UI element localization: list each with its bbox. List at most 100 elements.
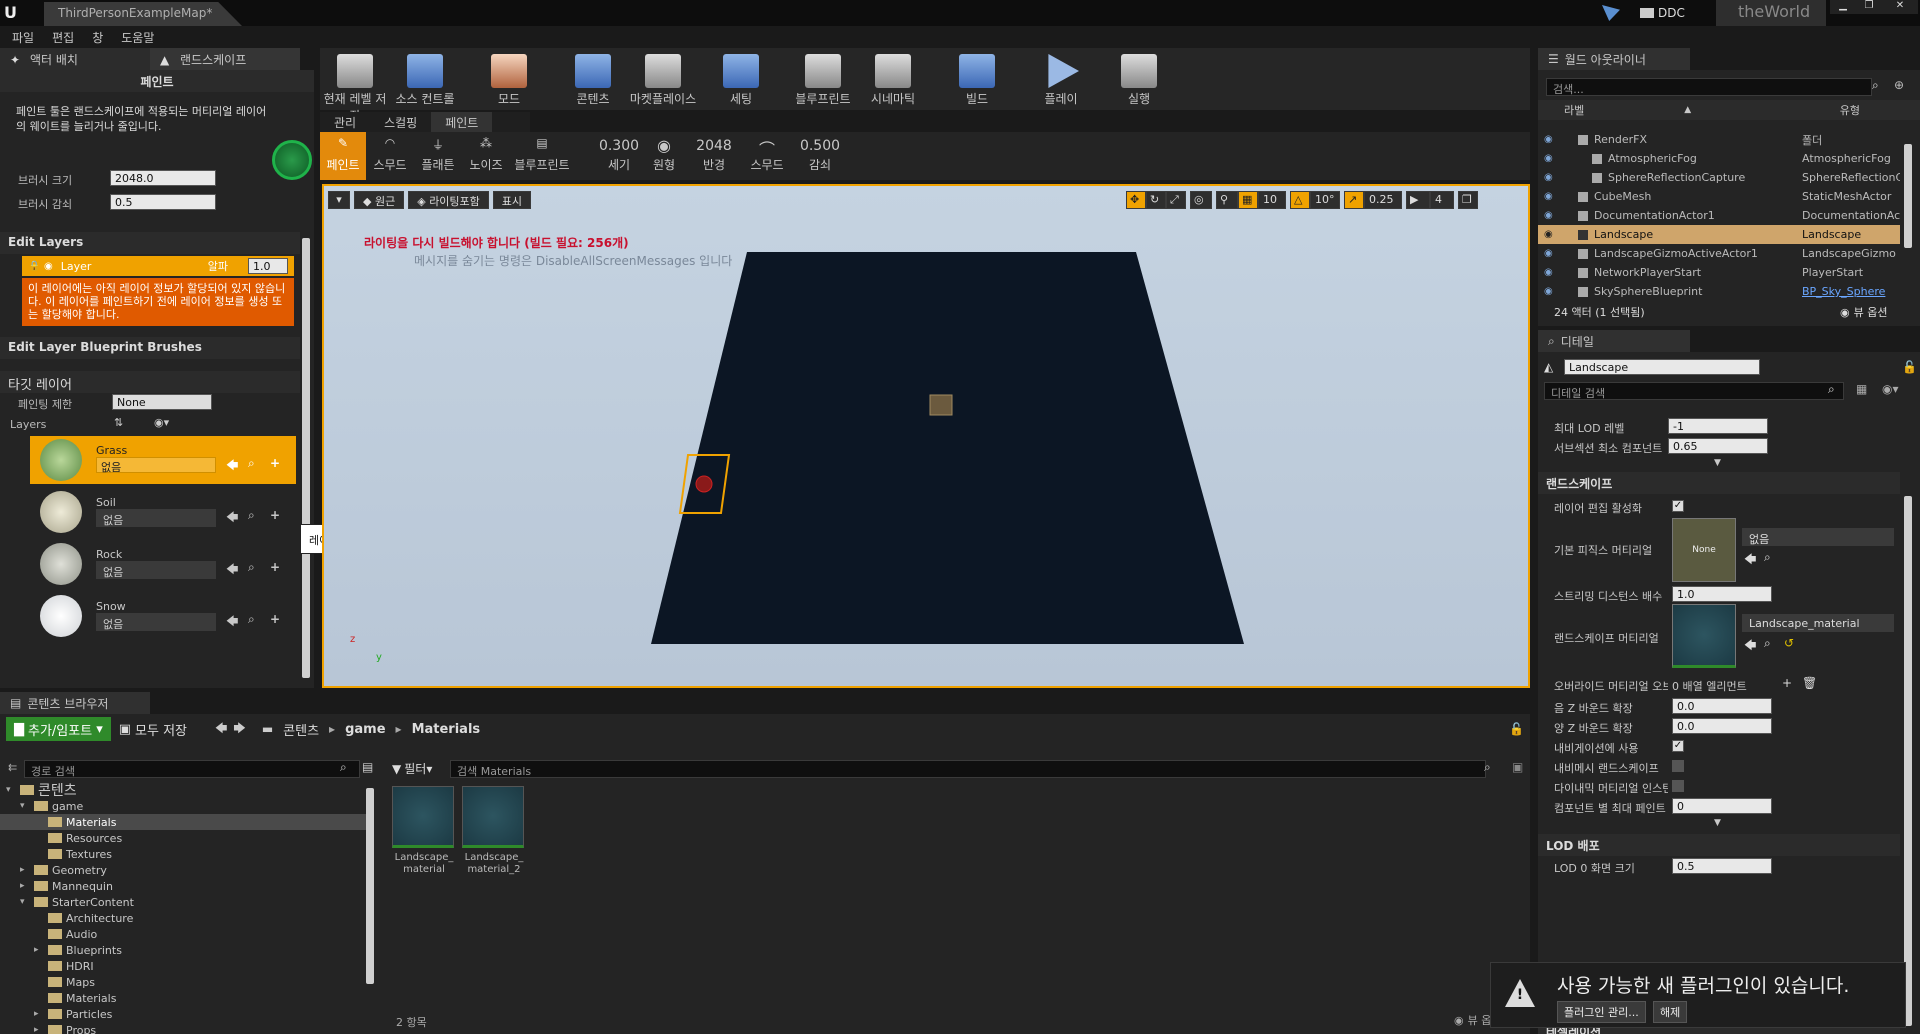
actor-name-input[interactable]: Landscape [1564,359,1760,375]
visibility-eye-icon[interactable]: ◉ [44,261,53,272]
angle-snap-value[interactable]: 10° [1310,191,1340,209]
visibility-icon[interactable]: ◉ [1544,248,1564,259]
outliner-row[interactable]: ◉ NetworkPlayerStart PlayerStart [1538,263,1900,282]
asset-search-input[interactable]: 검색 Materials [450,760,1486,778]
visibility-icon[interactable]: ◉ [1544,286,1564,297]
paint-tool-button[interactable]: ✎ 페인트 [320,132,366,180]
details-grid-icon[interactable]: ▦ [1856,382,1867,396]
close-icon[interactable]: ✕ [1882,0,1918,14]
lod0-input[interactable]: 0.5 [1672,858,1772,874]
angle-snap-icon[interactable]: △ [1290,191,1310,209]
paint-mode-icon[interactable] [272,140,312,180]
landscape-section[interactable]: 랜드스케이프 [1538,472,1900,494]
smooth-tool-button[interactable]: ◠ 스무드 [366,132,414,180]
scale-snap-icon[interactable]: ↗ [1344,191,1364,209]
flatten-tool-button[interactable]: ⏚ 플래튼 [414,132,462,180]
outliner-scrollbar[interactable] [1904,144,1912,248]
tab-sculpt[interactable]: 스컬핑 [370,112,431,133]
tree-folder[interactable]: Maps [0,974,372,990]
lod-section[interactable]: LOD 배포 [1538,834,1900,856]
asset-landscape-material[interactable]: Landscape_ material [392,786,456,878]
tree-folder[interactable]: ▸ Particles [0,1006,372,1022]
scale-icon[interactable]: ⤢ [1166,191,1186,209]
viewport-menu-icon[interactable]: ▾ [328,191,350,209]
launch-button[interactable]: 실행 [1104,50,1174,108]
add-import-button[interactable]: ▇ 추가/임포트 ▾ [6,717,111,741]
ls-mat-select[interactable]: Landscape_material [1742,614,1894,632]
tree-expander-icon[interactable]: ▾ [20,801,30,811]
strength-param[interactable]: 0.300 세기 [594,132,644,180]
soil-add-icon[interactable]: + [270,508,280,522]
outliner-row[interactable]: ◉ CubeMesh StaticMeshActor [1538,187,1900,206]
ls-mat-browse-icon[interactable]: ⌕ [1764,636,1771,651]
marketplace-button[interactable]: 마켓플레이스 [628,50,698,108]
build-button[interactable]: 빌드 [942,50,1012,108]
dismiss-button[interactable]: 해제 [1653,1001,1688,1023]
document-tab[interactable]: ThirdPersonExampleMap* [44,2,242,26]
outliner-col-type[interactable]: 유형 [1840,102,1860,118]
layer-item-rock[interactable]: Rock 없음 🡄 ⌕ + [30,540,296,588]
snow-use-icon[interactable]: 🡄 [226,612,238,633]
source-control-button[interactable]: 소스 컨트롤 [390,50,460,108]
content-browser-tab[interactable]: ▤ 콘텐츠 브라우저 [0,692,150,714]
tree-expander-icon[interactable]: ▸ [34,1025,44,1034]
maxpaint-input[interactable]: 0 [1672,798,1772,814]
outliner-row[interactable]: ◉ SphereReflectionCapture SphereReflection… [1538,168,1900,187]
alpha-input[interactable]: 1.0 [248,258,288,274]
outliner-row[interactable]: ◉ SkySphereBlueprint BP_Sky_Sphere [1538,282,1900,301]
lock-icon[interactable]: 🔒 [28,261,40,272]
camera-speed-icon[interactable]: ▶ [1406,191,1430,209]
world-local-icon[interactable]: ◎ [1190,191,1212,209]
filter-button[interactable]: ▼ 필터 ▾ [392,760,432,777]
tree-folder[interactable]: Textures [0,846,372,862]
expand-arrow-icon[interactable]: ▼ [1714,458,1721,468]
negz-input[interactable]: 0.0 [1672,698,1772,714]
grid-snap-value[interactable]: 10 [1258,191,1286,209]
tab-landscape[interactable]: ▲ 랜드스케이프 [150,48,300,70]
play-button[interactable]: 플레이 [1026,50,1096,108]
rotate-icon[interactable]: ↻ [1146,191,1166,209]
back-icon[interactable]: 🡄 [215,719,227,740]
snow-layerinfo[interactable]: 없음 [96,613,216,631]
soil-use-icon[interactable]: 🡄 [226,508,238,529]
grass-add-icon[interactable]: + [270,456,280,470]
override-add-icon[interactable]: + [1782,676,1792,690]
path-view-icon[interactable]: ▤ [362,760,373,774]
navmesh-checkbox[interactable] [1672,760,1684,772]
grid-snap-icon[interactable]: ▦ [1238,191,1258,209]
visibility-icon[interactable]: ◉ [1544,267,1564,278]
minimize-icon[interactable]: ▁ [1830,0,1856,14]
tree-expander-icon[interactable]: ▸ [20,881,30,891]
show-button[interactable]: 표시 [492,191,532,209]
tree-expander-icon[interactable]: ▸ [20,865,30,875]
maximize-viewport-icon[interactable]: ❐ [1458,191,1478,209]
save-level-button[interactable]: 현재 레벨 저장 [320,50,390,123]
layer-row[interactable]: 🔒 ◉ Layer 알파 1.0 [22,256,294,276]
tree-folder[interactable]: Materials [0,814,372,830]
edit-bp-brushes-header[interactable]: Edit Layer Blueprint Brushes [0,337,300,359]
rock-layerinfo[interactable]: 없음 [96,561,216,579]
layer-item-grass[interactable]: Grass 없음 🡄 ⌕ + [30,436,296,484]
max-lod-input[interactable]: -1 [1668,418,1768,434]
save-all-button[interactable]: ▣ 모두 저장 [111,717,195,741]
visibility-icon[interactable]: ◉ [1544,172,1564,183]
tree-expander-icon[interactable]: ▾ [20,897,30,907]
nav-checkbox[interactable]: ✓ [1672,740,1684,752]
ls-mat-reset-icon[interactable]: ↺ [1784,636,1794,650]
asset-history-icon[interactable]: ▣ [1512,760,1523,774]
phys-material-thumbnail[interactable]: None [1672,518,1736,582]
breadcrumb-game[interactable]: game [345,722,385,737]
details-lock-icon[interactable]: 🔓 [1902,360,1917,374]
tree-expander-icon[interactable]: ▾ [6,785,16,795]
brush-falloff-input[interactable]: 0.5 [110,194,216,210]
modes-scrollbar[interactable] [302,238,310,678]
tree-folder[interactable]: ▾ game [0,798,372,814]
smooth-falloff-param[interactable]: ⌒ 스무드 [744,132,790,180]
tree-expander-icon[interactable]: ▸ [34,1009,44,1019]
menu-edit[interactable]: 편집 [52,29,74,46]
cinematics-button[interactable]: 시네마틱 [858,50,928,108]
visibility-icon[interactable]: ◉ [1544,134,1564,145]
surface-snap-icon[interactable]: ⚲ [1216,191,1238,209]
rock-search-icon[interactable]: ⌕ [248,560,255,575]
menu-help[interactable]: 도움말 [121,29,154,46]
